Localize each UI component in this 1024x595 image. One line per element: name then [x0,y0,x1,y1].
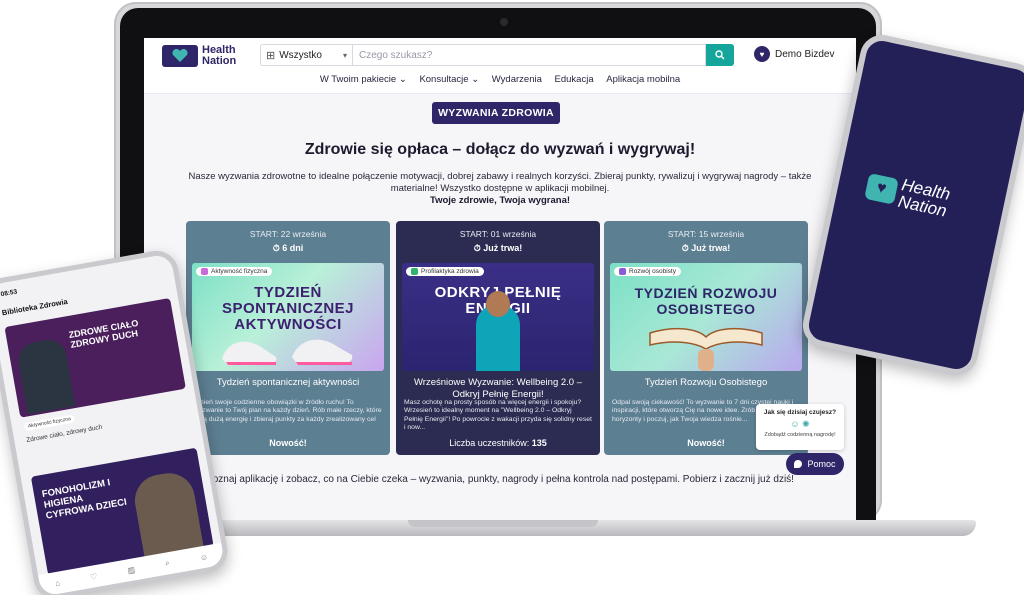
card-start-date: START: 01 września [459,229,537,239]
speaker-photo [15,337,76,415]
page-title: Zdrowie się opłaca – dołącz do wyzwań i … [304,141,696,158]
card-image-title: TYDZIEŃ ROZWOJU OSOBISTEGO [634,285,778,317]
speaker-photo [130,469,204,559]
card-title[interactable]: Tydzień Rozwoju Osobistego [612,377,800,389]
phone-brand-logo: ♥ Health Nation [863,169,952,221]
brand-name: Health Nation [202,45,236,67]
mood-happy-icon[interactable]: ☺ [790,419,799,429]
mood-neutral-icon[interactable]: ✺ [802,419,810,429]
nav-item-education[interactable]: Edukacja [555,74,594,85]
category-tag-label: Aktywność fizyczna [211,268,268,275]
activity-icon [201,268,208,275]
help-button[interactable]: Pomoc [786,453,844,475]
library-card[interactable]: ZDROWE CIAŁO ZDROWY DUCH [4,297,186,418]
category-select[interactable]: ⊞ Wszystko ▾ [260,44,352,66]
category-value: Wszystko [279,49,322,61]
brand-name-line2: Nation [202,55,237,67]
mood-widget[interactable]: Jak się dzisiaj czujesz? ☺ ✺ Zdobądź cod… [756,404,844,450]
card-image: Rozwój osobisty TYDZIEŃ ROZWOJU OSOBISTE… [610,263,802,371]
search-icon[interactable]: ⌕ [164,558,170,569]
library-icon[interactable]: ▥ [127,565,136,575]
prevention-icon [411,268,418,275]
laptop-notch [408,520,598,527]
challenge-card[interactable]: START: 22 września ⏱ 6 dni Aktywność fiz… [186,221,390,455]
card-image: Profilaktyka zdrowia ODKRYJ PEŁNIĘ ENERG… [402,263,594,371]
mood-question: Jak się dzisiaj czujesz? [763,409,837,416]
category-tag: Rozwój osobisty [614,267,681,276]
athlete-head [486,291,510,317]
book-icon [649,327,763,371]
nav-item-events[interactable]: Wydarzenia [492,74,542,85]
brand-logo[interactable]: Health Nation [162,45,236,67]
card-image: Aktywność fizyczna TYDZIEŃ SPONTANICZNEJ… [192,263,384,371]
mood-reward-text: Zdobądź codzienną nagrodę! [764,432,836,438]
grid-icon: ⊞ [266,49,276,62]
participants-label: Liczba uczestników: [449,438,530,448]
card-description: Zmień swoje codzienne obowiązki w źródło… [194,399,382,431]
category-tag: Aktywność fizyczna [196,267,273,276]
card-duration: ⏱ 6 dni [272,243,304,253]
search-bar: ⊞ Wszystko ▾ [260,44,734,66]
heart-icon[interactable]: ♡ [89,571,98,581]
app-promo-text: Poznaj aplikację i zobacz, co na Ciebie … [206,474,794,485]
phone-brand-name: Health Nation [896,175,952,220]
card-duration: ⏱ Już trwa! [473,243,523,253]
card-image-title: TYDZIEŃ SPONTANICZNEJ AKTYWNOŚCI [221,284,355,333]
card-duration: ⏱ Już trwa! [681,243,731,253]
card-description: Masz ochotę na prosty sposób na więcej e… [404,399,592,432]
participants-count: Liczba uczestników: 135 [396,438,600,448]
laptop-screen: Health Nation ⊞ Wszystko ▾ ♥ Demo Bizdev [144,38,856,522]
profile-icon[interactable]: ☺ [199,552,209,562]
chevron-down-icon: ▾ [342,50,347,60]
intro-text: Nasze wyzwania zdrowotne to idealne połą… [188,171,812,194]
sneakers-icon [222,339,353,365]
library-card-title: FONOHOLIZM I HIGIENA CYFROWA DZIECI [41,477,128,522]
card-title[interactable]: Tydzień spontanicznej aktywności [194,377,382,389]
category-tag-label: Rozwój osobisty [629,268,676,275]
avatar: ♥ [754,46,770,62]
category-tag-label: Profilaktyka zdrowia [421,268,479,275]
library-card-title: ZDROWE CIAŁO ZDROWY DUCH [67,317,140,350]
user-name: Demo Bizdev [775,48,835,60]
card-start-date: START: 22 września [249,229,327,239]
card-status: Nowość! [269,438,307,448]
search-icon [715,50,725,60]
search-input[interactable] [352,44,706,66]
section-badge: WYZWANIA ZDROWIA [432,102,560,124]
heart-logo-icon: ♥ [864,173,899,205]
user-menu[interactable]: ♥ Demo Bizdev [754,46,834,62]
camera-icon [500,18,508,26]
nav-item-consultations[interactable]: Konsultacje ⌄ [419,74,479,85]
main-nav: W Twoim pakiecie ⌄ Konsultacje ⌄ Wydarze… [144,74,856,85]
mood-faces: ☺ ✺ [756,419,844,430]
challenge-card[interactable]: START: 01 września ⏱ Już trwa! Profilakt… [396,221,600,455]
card-title[interactable]: Wrześniowe Wyzwanie: Wellbeing 2.0 – Odk… [404,377,592,401]
nav-item-mobile-app[interactable]: Aplikacja mobilna [606,74,680,85]
category-tag: Profilaktyka zdrowia [406,267,484,276]
intro-slogan: Twoje zdrowie, Twoja wygrana! [429,195,571,206]
card-start-date: START: 15 września [667,229,745,239]
site-header: Health Nation ⊞ Wszystko ▾ ♥ Demo Bizdev [144,38,856,94]
help-label: Pomoc [807,459,836,469]
promo-stage: Health Nation ⊞ Wszystko ▾ ♥ Demo Bizdev [0,0,1024,595]
growth-icon [619,268,626,275]
search-button[interactable] [706,44,734,66]
home-icon[interactable]: ⌂ [54,578,60,588]
chat-bubble-icon [794,460,803,468]
participants-value: 135 [531,438,547,448]
heart-logo-icon [162,45,198,67]
nav-item-package[interactable]: W Twoim pakiecie ⌄ [320,74,407,85]
